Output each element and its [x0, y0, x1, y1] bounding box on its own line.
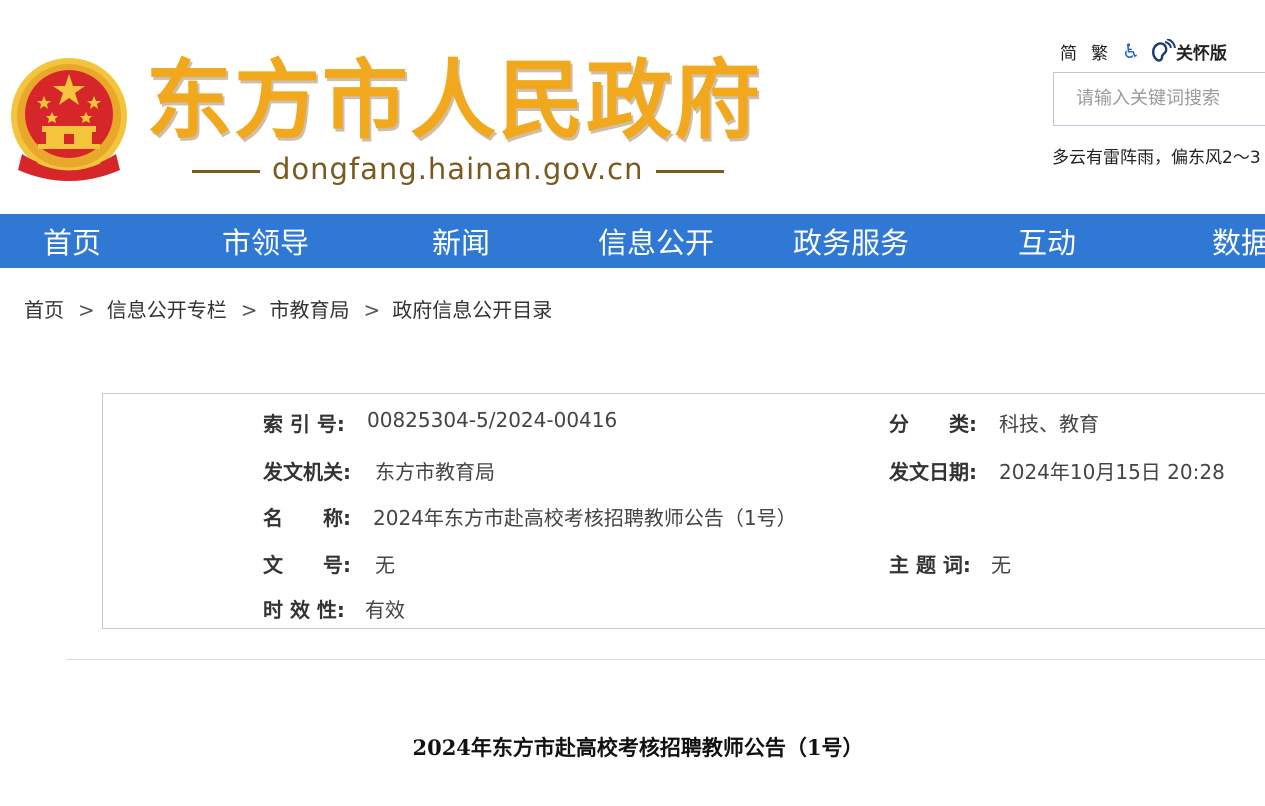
breadcrumb-separator: > — [363, 298, 381, 322]
meta-category-label: 分 类: — [889, 412, 977, 436]
meta-subject-value: 无 — [991, 553, 1011, 577]
breadcrumb-separator: > — [240, 298, 258, 322]
site-domain-text: dongfang.hainan.gov.cn — [272, 152, 644, 186]
breadcrumb-separator: > — [78, 298, 95, 322]
meta-issuer-value: 东方市教育局 — [375, 460, 495, 484]
document-meta-box: 索 引 号: 00825304-5/2024-00416 分 类: 科技、教育 … — [102, 393, 1265, 629]
simplified-chinese-link[interactable]: 简 — [1060, 39, 1077, 64]
national-emblem-icon[interactable] — [8, 54, 130, 184]
meta-validity-label: 时 效 性: — [263, 598, 345, 622]
meta-validity-value: 有效 — [365, 598, 405, 622]
meta-docno-value: 无 — [375, 553, 395, 577]
traditional-chinese-link[interactable]: 繁 — [1091, 39, 1108, 64]
breadcrumb: 首页 > 信息公开专栏 > 市教育局 > 政府信息公开目录 — [24, 294, 552, 323]
breadcrumb-item-catalog[interactable]: 政府信息公开目录 — [392, 298, 552, 322]
breadcrumb-item-home[interactable]: 首页 — [24, 298, 64, 322]
meta-docno-label: 文 号: — [263, 553, 351, 577]
meta-date-label: 发文日期: — [889, 460, 977, 484]
domain-dash-right — [655, 169, 724, 173]
nav-item-interaction[interactable]: 互动 — [1018, 214, 1076, 268]
search-box — [1053, 72, 1265, 126]
nav-item-news[interactable]: 新闻 — [432, 214, 490, 268]
nav-item-data[interactable]: 数据 — [1212, 214, 1265, 268]
meta-issuer-label: 发文机关: — [263, 460, 351, 484]
accessibility-icon[interactable]: ♿ — [1122, 39, 1140, 63]
meta-date-value: 2024年10月15日 20:28 — [999, 460, 1225, 484]
content-divider — [66, 659, 1265, 660]
header-tools: 简 繁 ♿ 关怀版 — [1060, 36, 1227, 66]
care-mode-label: 关怀版 — [1175, 43, 1227, 64]
meta-name-value: 2024年东方市赴高校考核招聘教师公告（1号） — [373, 506, 797, 530]
hearing-care-icon — [1151, 39, 1176, 62]
breadcrumb-item-education-bureau[interactable]: 市教育局 — [270, 298, 350, 322]
nav-item-gov-services[interactable]: 政务服务 — [793, 214, 909, 268]
nav-item-leaders[interactable]: 市领导 — [222, 214, 309, 268]
document-title: 2024年东方市赴高校考核招聘教师公告（1号） — [412, 735, 864, 760]
meta-name-label: 名 称: — [263, 506, 351, 530]
nav-item-home[interactable]: 首页 — [43, 214, 101, 268]
weather-info: 多云有雷阵雨，偏东风2～3 — [1052, 148, 1261, 168]
nav-item-info-disclosure[interactable]: 信息公开 — [598, 214, 714, 268]
search-input[interactable] — [1054, 73, 1265, 123]
site-header: 东方市人民政府 dongfang.hainan.gov.cn 简 繁 ♿ 关怀版… — [0, 0, 1265, 214]
breadcrumb-item-info-column[interactable]: 信息公开专栏 — [107, 298, 227, 322]
meta-index-value: 00825304-5/2024-00416 — [367, 408, 618, 432]
site-title[interactable]: 东方市人民政府 — [146, 46, 762, 156]
meta-category-value: 科技、教育 — [999, 412, 1099, 436]
page: 东方市人民政府 dongfang.hainan.gov.cn 简 繁 ♿ 关怀版… — [0, 0, 1265, 806]
meta-index-label: 索 引 号: — [263, 412, 345, 436]
site-domain: dongfang.hainan.gov.cn — [180, 152, 736, 186]
domain-dash-left — [192, 169, 260, 173]
meta-subject-label: 主 题 词: — [889, 553, 971, 577]
main-nav: 首页 市领导 新闻 信息公开 政务服务 互动 数据 — [0, 214, 1265, 268]
care-mode-link[interactable]: 关怀版 — [1148, 39, 1227, 64]
